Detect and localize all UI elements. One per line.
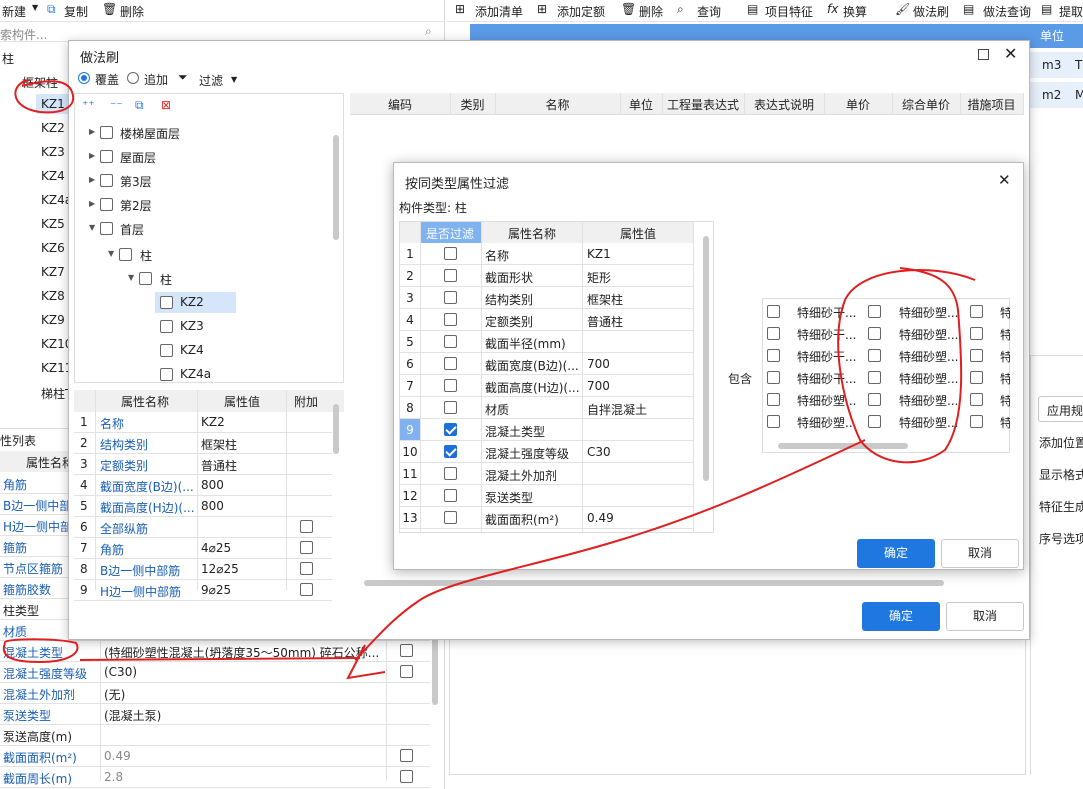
- annotation-circle-kz1: [14, 79, 75, 114]
- red-annotation-overlay: [2, 79, 976, 680]
- annotation-underline: [79, 657, 361, 661]
- annotation-circle-concrete-type: [2, 638, 79, 664]
- annotation-arrow-head: [346, 644, 386, 680]
- annotation-circle-include: [837, 267, 976, 464]
- annotation-arrow-line: [354, 439, 866, 661]
